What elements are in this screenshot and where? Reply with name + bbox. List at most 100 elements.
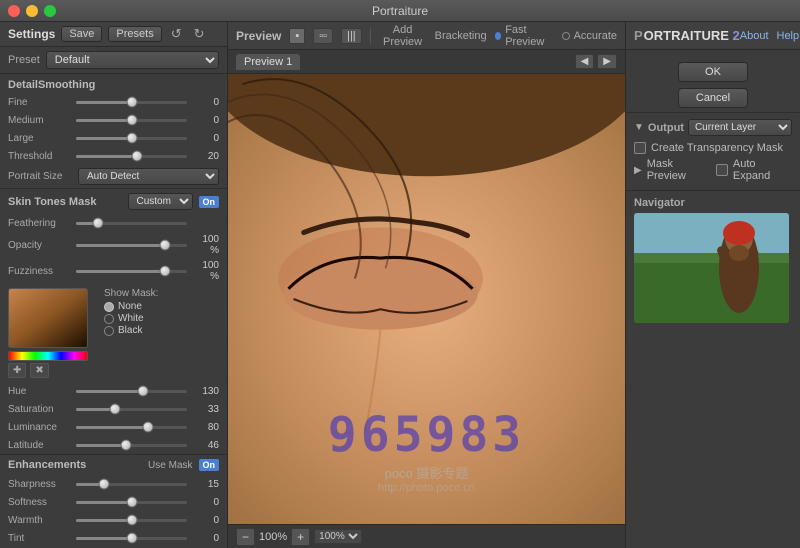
close-button[interactable] — [8, 5, 20, 17]
fine-value: 0 — [191, 97, 219, 108]
auto-expand-checkbox[interactable] — [716, 164, 728, 176]
color-strip[interactable] — [8, 351, 88, 361]
titlebar: Portraiture — [0, 0, 800, 22]
create-transparency-checkbox[interactable] — [634, 142, 646, 154]
add-preview-button[interactable]: Add Preview — [378, 24, 426, 48]
opacity-slider[interactable] — [76, 238, 187, 252]
preset-row: Preset Default — [0, 47, 227, 73]
mask-none-radio[interactable] — [104, 302, 114, 312]
bracketing-button[interactable]: Bracketing — [435, 30, 487, 42]
mask-preview-row: ▶ Mask Preview Auto Expand — [634, 156, 792, 184]
navigator-thumbnail[interactable] — [634, 213, 789, 323]
mask-white-radio[interactable] — [104, 314, 114, 324]
slider-row-fuzziness: Fuzziness 100 % — [0, 258, 227, 284]
accurate-label: Accurate — [574, 30, 617, 42]
split-view-btn[interactable]: ▫▫ — [313, 28, 333, 44]
single-view-btn[interactable]: ▪ — [289, 28, 305, 44]
side-view-btn[interactable]: ||| — [341, 28, 362, 44]
mask-none-option[interactable]: None — [104, 301, 158, 312]
preview-tab-bar: Preview 1 ◀ ▶ — [228, 50, 625, 74]
luminance-slider[interactable] — [76, 420, 187, 434]
presets-button[interactable]: Presets — [108, 26, 161, 42]
watermark-code: 965983 — [328, 407, 525, 463]
next-nav-btn[interactable]: ▶ — [597, 54, 617, 69]
saturation-slider[interactable] — [76, 402, 187, 416]
zoom-plus-btn[interactable]: + — [291, 528, 310, 546]
fine-slider[interactable] — [76, 95, 187, 109]
softness-slider[interactable] — [76, 495, 187, 509]
toolbar-separator — [370, 28, 371, 44]
dropper-add-btn[interactable]: ✚ — [8, 363, 26, 378]
luminance-label: Luminance — [8, 422, 72, 433]
save-button[interactable]: Save — [61, 26, 102, 42]
mask-black-option[interactable]: Black — [104, 325, 158, 336]
dropper-sub-btn[interactable]: ✖ — [30, 363, 48, 378]
accurate-radio[interactable]: Accurate — [562, 30, 617, 42]
ok-button[interactable]: OK — [678, 62, 748, 82]
mask-white-label: White — [118, 313, 144, 324]
latitude-slider[interactable] — [76, 438, 187, 452]
prev-nav-btn[interactable]: ◀ — [575, 54, 595, 69]
slider-row-fine: Fine 0 — [0, 93, 227, 111]
slider-row-medium: Medium 0 — [0, 111, 227, 129]
medium-value: 0 — [191, 115, 219, 126]
color-gradient[interactable] — [8, 288, 88, 348]
slider-row-feathering: Feathering — [0, 214, 227, 232]
minimize-button[interactable] — [26, 5, 38, 17]
navigator-section: Navigator — [626, 190, 800, 329]
color-picker-area: ✚ ✖ Show Mask: None White — [0, 284, 227, 382]
preset-label: Preset — [8, 54, 40, 66]
sharpness-slider[interactable] — [76, 477, 187, 491]
threshold-value: 20 — [191, 151, 219, 162]
slider-row-large: Large 0 — [0, 129, 227, 147]
large-slider[interactable] — [76, 131, 187, 145]
help-link[interactable]: Help — [777, 30, 800, 42]
create-transparency-row: Create Transparency Mask — [634, 140, 792, 156]
portrait-size-row: Portrait Size Auto Detect — [0, 165, 227, 188]
cancel-button[interactable]: Cancel — [678, 88, 748, 108]
output-layer-select[interactable]: Current Layer New Layer — [688, 119, 792, 136]
tint-value: 0 — [191, 533, 219, 544]
hue-slider[interactable] — [76, 384, 187, 398]
zoom-select[interactable]: 100% 50% 200% Fit — [314, 529, 362, 544]
portrait-size-label: Portrait Size — [8, 171, 72, 182]
hue-value: 130 — [191, 386, 219, 397]
threshold-slider[interactable] — [76, 149, 187, 163]
preview-nav: ◀ ▶ — [575, 54, 617, 69]
mask-black-radio[interactable] — [104, 326, 114, 336]
slider-row-sharpness: Sharpness 15 — [0, 475, 227, 493]
slider-row-threshold: Threshold 20 — [0, 147, 227, 165]
watermark: 965983 poco 摄影专题 http://photo.poco.cn — [328, 407, 525, 494]
fast-preview-radio[interactable]: Fast Preview — [495, 24, 554, 48]
output-title: Output — [648, 122, 684, 134]
maximize-button[interactable] — [44, 5, 56, 17]
warmth-slider[interactable] — [76, 513, 187, 527]
portraiture-title: PORTRAITURE 2 — [634, 28, 740, 43]
settings-label: Settings — [8, 27, 55, 41]
about-link[interactable]: About — [740, 30, 769, 42]
skin-tones-preset-select[interactable]: Custom — [128, 193, 193, 210]
medium-slider[interactable] — [76, 113, 187, 127]
undo-button[interactable]: ↺ — [168, 26, 185, 42]
mask-black-label: Black — [118, 325, 142, 336]
accurate-dot — [562, 32, 570, 40]
output-header: ▼ Output Current Layer New Layer — [634, 119, 792, 136]
preview-tab-1[interactable]: Preview 1 — [236, 54, 300, 70]
feathering-slider[interactable] — [76, 216, 187, 230]
portrait-size-select[interactable]: Auto Detect — [78, 168, 219, 185]
zoom-minus-btn[interactable]: − — [236, 528, 255, 546]
detail-smoothing-title: DetailSmoothing — [0, 73, 227, 93]
watermark-url: http://photo.poco.cn — [328, 482, 525, 494]
fuzziness-slider[interactable] — [76, 264, 187, 278]
app-title: Portraiture — [372, 4, 428, 18]
mask-preview-arrow-icon: ▶ — [634, 165, 642, 176]
mask-white-option[interactable]: White — [104, 313, 158, 324]
navigator-image — [634, 213, 789, 323]
tint-slider[interactable] — [76, 531, 187, 545]
preset-select[interactable]: Default — [46, 51, 219, 69]
fast-preview-dot — [495, 32, 502, 40]
opacity-label: Opacity — [8, 240, 72, 251]
slider-row-latitude: Latitude 46 — [0, 436, 227, 454]
redo-button[interactable]: ↻ — [191, 26, 208, 42]
mask-preview-label[interactable]: Mask Preview — [647, 158, 711, 182]
